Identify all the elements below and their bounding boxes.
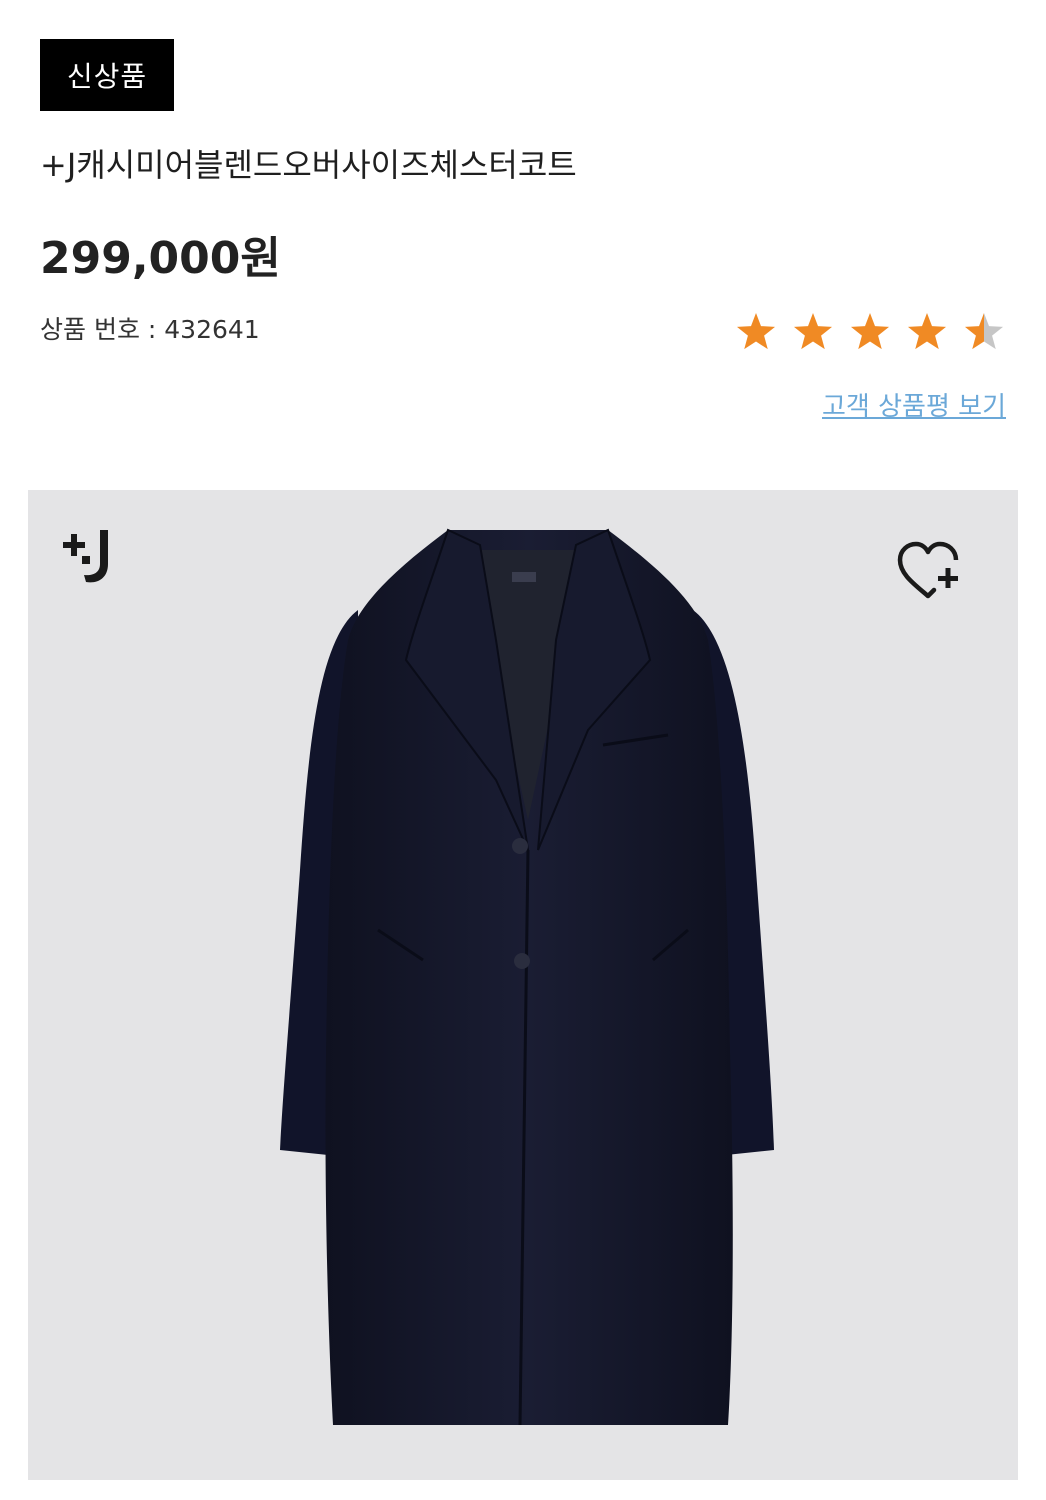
star-icon: [736, 313, 776, 350]
star-icon: [964, 313, 1004, 350]
coat-image: [280, 528, 774, 1426]
customer-reviews-link[interactable]: 고객 상품평 보기: [822, 386, 1006, 423]
product-price: 299,000원: [40, 233, 281, 284]
new-arrival-badge: 신상품: [40, 39, 174, 111]
add-to-wishlist-heart-plus-icon[interactable]: [894, 540, 962, 602]
plus-j-logo-icon: [63, 530, 108, 583]
star-rating: [736, 313, 1004, 350]
product-title: +J캐시미어블렌드오버사이즈체스터코트: [40, 146, 577, 184]
star-icon: [907, 313, 947, 350]
star-icon: [793, 313, 833, 350]
product-image: [28, 490, 1018, 1480]
product-number: 상품 번호 : 432641: [40, 315, 260, 344]
star-icon: [850, 313, 890, 350]
